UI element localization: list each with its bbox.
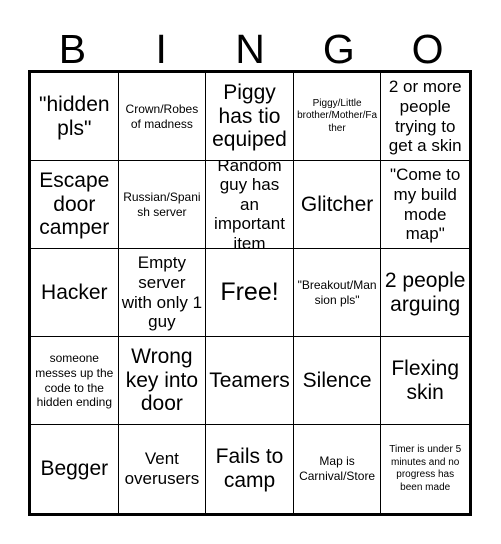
bingo-cell-label: Escape door camper bbox=[39, 169, 110, 240]
bingo-cell[interactable]: someone messes up the code to the hidden… bbox=[31, 337, 119, 425]
bingo-cell-label: Silence bbox=[302, 368, 372, 392]
bingo-cell[interactable]: Piggy has tio equiped bbox=[206, 73, 294, 161]
bingo-header-letter-i: I bbox=[155, 26, 167, 72]
bingo-cell-label: Map is Carnival/Store bbox=[299, 454, 376, 483]
bingo-header-letter-o: O bbox=[411, 26, 444, 72]
bingo-cell[interactable]: Empty server with only 1 guy bbox=[118, 249, 207, 337]
bingo-cell[interactable]: Silence bbox=[293, 337, 382, 425]
bingo-cell-label: Random guy has an important item bbox=[214, 161, 285, 249]
bingo-cell[interactable]: Crown/Robes of madness bbox=[118, 73, 207, 161]
bingo-card: B I N G O "hidden pls" Crown/Robes of mad… bbox=[0, 0, 501, 544]
bingo-cell[interactable]: Random guy has an important item bbox=[206, 161, 294, 249]
bingo-cell[interactable]: Wrong key into door bbox=[118, 337, 207, 425]
bingo-cell[interactable]: Teamers bbox=[206, 337, 294, 425]
bingo-cell-label: Fails to camp bbox=[215, 445, 284, 492]
bingo-cell[interactable]: Map is Carnival/Store bbox=[293, 425, 382, 513]
bingo-cell[interactable]: Hacker bbox=[31, 249, 119, 337]
bingo-cell-label: Piggy/Little brother/Mother/Father bbox=[297, 97, 378, 134]
bingo-cell-label: Empty server with only 1 guy bbox=[121, 253, 203, 332]
bingo-cell-label: "Breakout/Mansion pls" bbox=[297, 277, 377, 307]
bingo-cell[interactable]: Russian/Spanish server bbox=[118, 161, 207, 249]
bingo-cell[interactable]: Piggy/Little brother/Mother/Father bbox=[293, 73, 382, 161]
bingo-cell-label: "hidden pls" bbox=[39, 92, 110, 140]
bingo-cell-label: Hacker bbox=[41, 280, 108, 304]
bingo-cell[interactable]: Escape door camper bbox=[31, 161, 119, 249]
bingo-cell-label: Flexing skin bbox=[391, 356, 460, 404]
bingo-cell[interactable]: Fails to camp bbox=[206, 425, 294, 513]
bingo-cell-label: "Come to my build mode map" bbox=[390, 165, 461, 244]
bingo-cell-label: Teamers bbox=[209, 368, 290, 392]
bingo-cell[interactable]: 2 or more people trying to get a skin bbox=[381, 73, 469, 161]
bingo-cell-label: Russian/Spanish server bbox=[123, 189, 201, 219]
bingo-cell[interactable]: "Come to my build mode map" bbox=[381, 161, 469, 249]
bingo-header-letter-g: G bbox=[322, 26, 355, 72]
bingo-header-letter-n: N bbox=[235, 26, 265, 72]
bingo-cell[interactable]: Flexing skin bbox=[381, 337, 469, 425]
bingo-cell[interactable]: Begger bbox=[31, 425, 119, 513]
bingo-cell-label: 2 people arguing bbox=[384, 268, 466, 316]
bingo-cell[interactable]: Timer is under 5 minutes and no progress… bbox=[381, 425, 469, 513]
bingo-cell-label: Begger bbox=[40, 457, 109, 481]
bingo-cell-label: 2 or more people trying to get a skin bbox=[388, 77, 462, 156]
bingo-cell[interactable]: Glitcher bbox=[293, 161, 382, 249]
bingo-cell-label: Crown/Robes of madness bbox=[125, 101, 199, 131]
bingo-cell-label: Timer is under 5 minutes and no progress… bbox=[389, 444, 462, 493]
bingo-cell-label: Glitcher bbox=[300, 192, 374, 216]
bingo-cell[interactable]: 2 people arguing bbox=[381, 249, 469, 337]
bingo-header-letter-b: B bbox=[58, 26, 87, 72]
bingo-cell[interactable]: Vent overusers bbox=[118, 425, 207, 513]
bingo-cell-label: Free! bbox=[220, 277, 279, 306]
bingo-cell[interactable]: "hidden pls" bbox=[31, 73, 119, 161]
bingo-cell-label: Wrong key into door bbox=[125, 345, 199, 416]
bingo-cell[interactable]: "Breakout/Mansion pls" bbox=[293, 249, 382, 337]
bingo-grid: "hidden pls" Crown/Robes of madness Piggy … bbox=[28, 70, 472, 516]
bingo-cell-label: someone messes up the code to the hidden… bbox=[35, 351, 114, 410]
bingo-header: B I N G O bbox=[28, 18, 472, 70]
bingo-cell-label: Piggy has tio equiped bbox=[212, 81, 287, 152]
bingo-cell-label: Vent overusers bbox=[124, 449, 200, 488]
bingo-cell-free[interactable]: Free! bbox=[206, 249, 294, 337]
